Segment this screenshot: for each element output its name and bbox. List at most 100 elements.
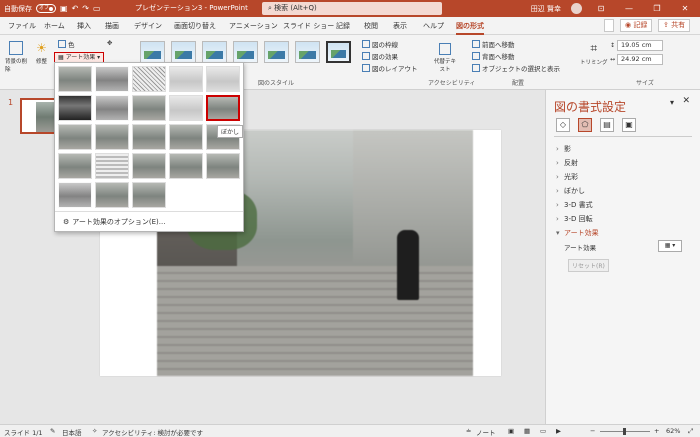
search-input[interactable]: ⌕ 検索 (Alt+Q): [262, 2, 442, 15]
accessibility-status[interactable]: アクセシビリティ: 検討が必要です: [102, 427, 203, 437]
present-icon[interactable]: ▭: [93, 4, 101, 13]
height-value[interactable]: 19.05 cm: [617, 40, 664, 51]
art-effect-pencil-grayscale[interactable]: [132, 66, 166, 92]
comment-button[interactable]: [604, 19, 614, 32]
art-effects-options-link[interactable]: ⚙ アート効果のオプション(E)...: [63, 217, 165, 227]
tab-animations[interactable]: アニメーション: [229, 21, 278, 31]
art-effect-film-grain[interactable]: [132, 124, 166, 150]
art-effect-none[interactable]: [58, 66, 92, 92]
picture-style-3[interactable]: [202, 41, 227, 63]
zoom-slider-handle[interactable]: [623, 428, 626, 435]
picture-style-1[interactable]: [140, 41, 165, 63]
zoom-level[interactable]: 62%: [666, 427, 680, 435]
pane-close-icon[interactable]: ✕: [682, 96, 690, 106]
tab-view[interactable]: 表示: [393, 21, 407, 31]
art-effect-plastic-wrap[interactable]: [206, 153, 240, 179]
bring-forward-button[interactable]: 前面へ移動: [472, 39, 515, 49]
art-effect-line-drawing[interactable]: [206, 66, 240, 92]
art-effect-glow-diffused[interactable]: [169, 95, 203, 121]
autosave-toggle[interactable]: オフ: [36, 4, 56, 13]
section-reflection[interactable]: › 反射: [556, 156, 599, 170]
tab-help[interactable]: ヘルプ: [423, 21, 444, 31]
avatar[interactable]: [571, 3, 582, 14]
zoom-in-icon[interactable]: +: [654, 427, 659, 435]
picture-layout-button[interactable]: 図のレイアウト: [362, 63, 418, 73]
tab-transitions[interactable]: 画面切り替え: [174, 21, 216, 31]
corrections-button[interactable]: ☀ 修整: [36, 41, 47, 65]
art-effect-cement[interactable]: [58, 153, 92, 179]
fill-line-icon[interactable]: ◇: [556, 118, 570, 132]
height-field[interactable]: ↕ 19.05 cm: [610, 40, 664, 51]
size-properties-icon[interactable]: ▤: [600, 118, 614, 132]
alt-text-button[interactable]: 代替テキスト: [432, 43, 458, 73]
section-3d-rotation[interactable]: › 3-D 回転: [556, 212, 599, 226]
undo-icon[interactable]: ↶: [72, 4, 79, 13]
art-effect-light-screen[interactable]: [58, 124, 92, 150]
picture-style-4[interactable]: [233, 41, 258, 63]
send-backward-button[interactable]: 背面へ移動: [472, 51, 515, 61]
spellcheck-icon[interactable]: ✎: [50, 427, 55, 435]
compress-icon[interactable]: ✥: [107, 39, 112, 47]
pane-options-icon[interactable]: ▾: [670, 98, 674, 107]
section-glow[interactable]: › 光彩: [556, 170, 599, 184]
tab-draw[interactable]: 描画: [105, 21, 119, 31]
art-effect-glow-edges[interactable]: [132, 182, 166, 208]
crop-button[interactable]: ⌗ トリミング: [580, 41, 608, 66]
slide-sorter-icon[interactable]: ▦: [524, 427, 530, 435]
picture-style-5[interactable]: [264, 41, 289, 63]
picture-effects-button[interactable]: 図の効果: [362, 51, 398, 61]
section-3d-format[interactable]: › 3-D 書式: [556, 198, 599, 212]
art-effect-marker[interactable]: [95, 66, 129, 92]
ribbon-display-icon[interactable]: ⊡: [592, 4, 610, 13]
art-effect-texturizer[interactable]: [95, 153, 129, 179]
minimize-button[interactable]: —: [620, 4, 638, 13]
art-effect-pastels-smooth[interactable]: [169, 153, 203, 179]
art-effect-pencil-sketch[interactable]: [169, 66, 203, 92]
picture-style-6[interactable]: [295, 41, 320, 63]
normal-view-icon[interactable]: ▣: [508, 427, 514, 435]
effects-tab-icon[interactable]: ⬠: [578, 118, 592, 132]
section-art-effects[interactable]: ▾ アート効果: [556, 226, 599, 240]
art-effect-mosaic-bubbles[interactable]: [169, 124, 203, 150]
picture-tab-icon[interactable]: ▣: [622, 118, 636, 132]
close-button[interactable]: ✕: [676, 4, 694, 13]
redo-icon[interactable]: ↷: [82, 4, 89, 13]
tab-picture-format[interactable]: 図の形式: [456, 21, 484, 35]
maximize-button[interactable]: ❐: [648, 4, 666, 13]
section-soft-edges[interactable]: › ぼかし: [556, 184, 599, 198]
fit-slide-icon[interactable]: ⤢: [688, 427, 693, 436]
tab-home[interactable]: ホーム: [44, 21, 65, 31]
art-effect-paint-strokes[interactable]: [95, 95, 129, 121]
reading-view-icon[interactable]: ▭: [540, 427, 546, 435]
width-field[interactable]: ↔ 24.92 cm: [610, 54, 664, 65]
art-effect-blur[interactable]: [206, 95, 240, 121]
selection-pane-button[interactable]: オブジェクトの選択と表示: [472, 63, 560, 73]
remove-background-button[interactable]: 背景の削除: [5, 41, 27, 73]
tab-slideshow[interactable]: スライド ショー: [283, 21, 334, 31]
tab-file[interactable]: ファイル: [8, 21, 36, 31]
picture-border-button[interactable]: 図の枠線: [362, 39, 398, 49]
record-button[interactable]: ◉ 記録: [620, 19, 653, 32]
art-effect-cutout[interactable]: [58, 182, 92, 208]
tab-design[interactable]: デザイン: [134, 21, 162, 31]
slideshow-view-icon[interactable]: ▶: [556, 427, 561, 435]
zoom-out-icon[interactable]: −: [590, 427, 595, 435]
width-value[interactable]: 24.92 cm: [617, 54, 664, 65]
picture-style-2[interactable]: [171, 41, 196, 63]
art-effect-watercolor-sponge[interactable]: [95, 124, 129, 150]
art-effect-paint-brush[interactable]: [132, 95, 166, 121]
tab-insert[interactable]: 挿入: [77, 21, 91, 31]
color-button[interactable]: 色: [58, 39, 75, 49]
user-name[interactable]: 田辺 賢幸: [531, 4, 561, 14]
language-indicator[interactable]: 日本語: [62, 427, 82, 437]
section-shadow[interactable]: › 影: [556, 142, 599, 156]
picture-style-7[interactable]: [326, 41, 351, 63]
art-effect-photocopy[interactable]: [95, 182, 129, 208]
tab-record[interactable]: 記録: [336, 21, 350, 31]
notes-button[interactable]: ノート: [476, 427, 496, 437]
art-effect-dropdown[interactable]: ▦ ▾: [658, 240, 682, 252]
save-icon[interactable]: ▣: [60, 4, 68, 13]
share-button[interactable]: ⇪ 共有: [658, 19, 691, 32]
art-effect-crisscross-etching[interactable]: [132, 153, 166, 179]
art-effect-chalk-sketch[interactable]: [58, 95, 92, 121]
